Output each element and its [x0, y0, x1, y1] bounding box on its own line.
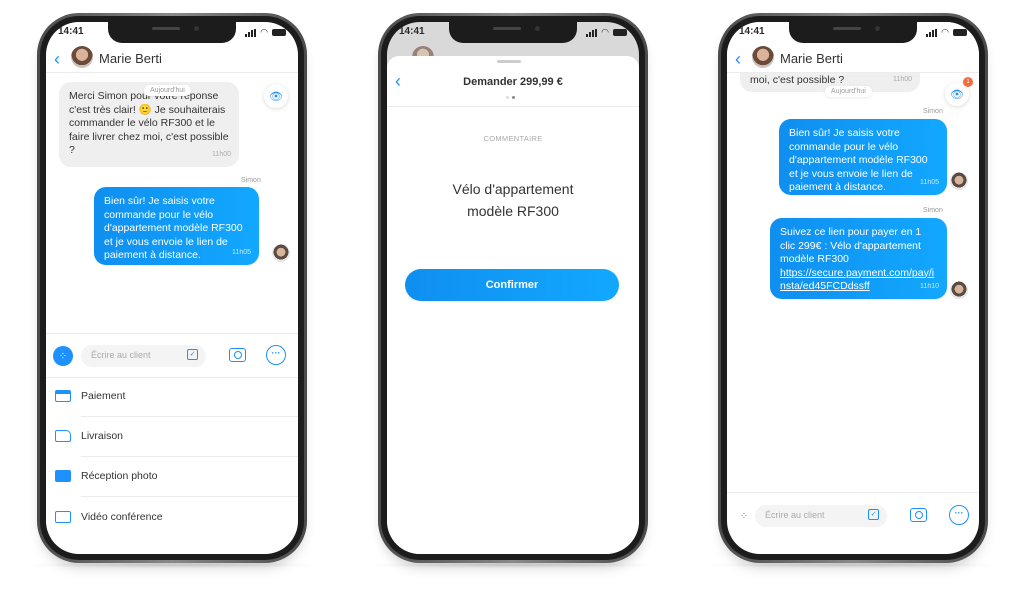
photo-icon — [55, 470, 71, 482]
message-input[interactable]: Écrire au client ✓ — [81, 345, 206, 367]
contact-name: Marie Berti — [780, 51, 843, 66]
agent-avatar — [950, 281, 968, 299]
confirm-button[interactable]: Confirmer — [405, 269, 619, 301]
sender-name: Simon — [923, 207, 943, 214]
composer-toolbar: ⁘ Écrire au client ✓ ··· — [727, 504, 979, 528]
menu-item-video-conference[interactable]: Vidéo conférence — [46, 498, 298, 538]
message-input[interactable]: Écrire au client ✓ — [755, 505, 887, 527]
date-pill: Aujourd'hui — [825, 86, 872, 97]
status-time: 14:41 — [399, 26, 425, 37]
template-icon[interactable]: ✓ — [187, 349, 198, 360]
back-button[interactable]: ‹ — [735, 50, 741, 68]
sheet-handle[interactable] — [497, 60, 521, 63]
comment-text: Vélo d'appartement modèle RF300 — [452, 181, 574, 219]
menu-item-paiement[interactable]: Paiement — [46, 377, 298, 417]
template-icon[interactable]: ✓ — [868, 509, 879, 520]
contact-name: Marie Berti — [99, 51, 162, 66]
phone-chat-link: moi, c'est possible ? 11h00 14:41 ◠ ‹ Mar… — [718, 13, 988, 563]
payment-link-message: Suivez ce lien pour payer en 1 clic 299€… — [770, 218, 947, 299]
video-icon — [55, 511, 71, 523]
sender-name: Simon — [923, 108, 943, 115]
composer-toolbar: ⁘ Écrire au client ✓ ··· — [46, 344, 298, 368]
contact-avatar — [752, 46, 774, 68]
outgoing-message: Bien sûr! Je saisis votre commande pour … — [94, 187, 259, 265]
eye-off-icon: 👁 — [269, 90, 283, 103]
outgoing-message: Bien sûr! Je saisis votre commande pour … — [779, 119, 947, 195]
status-icons: ◠ — [926, 27, 967, 38]
phone-payment-request: 14:41 ◠ ‹ Demander 299,99 € COMMENTAIRE … — [378, 13, 648, 563]
menu-item-reception-photo[interactable]: Réception photo — [46, 457, 298, 497]
phone-chat-menu: 14:41 ◠ ‹ Marie Berti Merci Simon pour v… — [37, 13, 307, 563]
page-indicator — [512, 96, 515, 99]
payment-link[interactable]: https://secure.payment.com/pay/insta/ed4… — [780, 267, 934, 293]
more-button[interactable]: ··· — [266, 345, 286, 365]
truck-icon — [55, 430, 71, 442]
sheet-title: Demander 299,99 € — [463, 76, 563, 88]
contact-avatar — [71, 46, 93, 68]
menu-item-livraison[interactable]: Livraison — [46, 417, 298, 457]
credit-card-icon — [55, 390, 71, 402]
eye-off-button[interactable]: 👁 1 — [945, 77, 973, 106]
agent-avatar — [950, 172, 968, 190]
agent-avatar — [272, 244, 290, 262]
eye-off-icon: 👁 — [950, 88, 964, 101]
sender-name: Simon — [241, 177, 261, 184]
more-button[interactable]: ··· — [949, 505, 969, 525]
status-time: 14:41 — [739, 26, 765, 37]
notification-badge: 1 — [963, 77, 973, 87]
section-label: COMMENTAIRE — [483, 134, 543, 143]
date-pill: Aujourd'hui — [144, 85, 191, 96]
apps-button[interactable]: ⁘ — [53, 346, 73, 366]
payment-sheet: ‹ Demander 299,99 € COMMENTAIRE Vélo d'a… — [387, 56, 639, 554]
apps-button[interactable]: ⁘ — [734, 506, 754, 526]
wifi-icon: ◠ — [260, 27, 268, 37]
eye-off-button[interactable]: 👁 — [264, 84, 288, 108]
battery-icon — [272, 29, 286, 36]
status-icons: ◠ — [586, 27, 627, 38]
status-time: 14:41 — [58, 26, 84, 37]
camera-button[interactable] — [229, 348, 246, 362]
camera-button[interactable] — [910, 508, 927, 522]
notch — [108, 22, 236, 43]
back-button[interactable]: ‹ — [54, 50, 60, 68]
status-icons: ◠ — [245, 27, 286, 38]
